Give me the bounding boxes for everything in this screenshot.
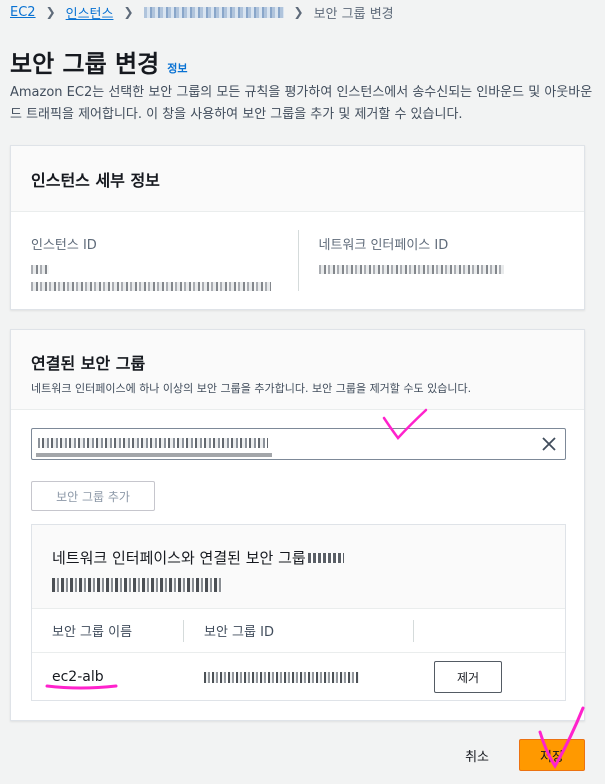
instance-id-column: 인스턴스 ID	[11, 230, 298, 291]
associated-groups-header: 연결된 보안 그룹 네트워크 인터페이스에 하나 이상의 보안 그룹을 추가합니…	[11, 330, 584, 410]
page-description: Amazon EC2는 선택한 보안 그룹의 모든 규칙을 평가하여 인스턴스에…	[10, 85, 593, 122]
interface-groups-header: 네트워크 인터페이스와 연결된 보안 그룹	[32, 525, 565, 609]
close-icon[interactable]	[533, 428, 565, 460]
remove-button[interactable]: 제거	[434, 661, 502, 693]
associated-groups-title: 연결된 보안 그룹	[31, 354, 146, 373]
actions-cell: 제거	[414, 661, 565, 693]
instance-details-header: 인스턴스 세부 정보	[11, 146, 584, 212]
search-text-underline	[36, 453, 272, 457]
breadcrumb-instance-id-redacted[interactable]	[143, 6, 284, 18]
instance-details-panel: 인스턴스 세부 정보 인스턴스 ID 네트워크 인터페이스 ID	[10, 145, 585, 310]
info-link[interactable]: 정보	[167, 60, 187, 76]
page-title-container: 보안 그룹 변경 정보	[10, 44, 187, 79]
footer-actions: 취소 저장	[465, 739, 585, 771]
search-text-blur	[38, 438, 268, 448]
instance-details-title: 인스턴스 세부 정보	[31, 170, 160, 190]
instance-id-icon-redacted	[31, 265, 49, 274]
security-group-search-input[interactable]	[31, 428, 566, 460]
network-interface-id-label: 네트워크 인터페이스 ID	[318, 238, 449, 253]
interface-id-redacted	[52, 578, 222, 592]
instance-id-value-redacted	[31, 282, 271, 291]
interface-groups-title-redacted	[307, 552, 344, 563]
breadcrumb-ec2[interactable]: EC2	[10, 5, 36, 20]
chevron-right-icon: ❯	[45, 5, 56, 19]
page-title: 보안 그룹 변경	[10, 50, 160, 78]
breadcrumb: EC2 ❯ 인스턴스 ❯ ❯ 보안 그룹 변경	[10, 2, 394, 22]
security-group-name: ec2-alb	[52, 669, 104, 685]
search-value-redacted[interactable]	[32, 429, 533, 459]
add-security-group-button[interactable]: 보안 그룹 추가	[31, 481, 155, 511]
column-header-id: 보안 그룹 ID	[184, 619, 414, 642]
chevron-right-icon: ❯	[123, 5, 134, 19]
associated-groups-subtitle: 네트워크 인터페이스에 하나 이상의 보안 그룹을 추가합니다. 보안 그룹을 …	[31, 382, 472, 395]
security-group-id-redacted	[204, 671, 359, 683]
interface-security-groups-table: 네트워크 인터페이스와 연결된 보안 그룹 보안 그룹 이름 보안 그룹 ID …	[31, 524, 566, 701]
column-header-name: 보안 그룹 이름	[32, 619, 184, 642]
instance-details-body: 인스턴스 ID 네트워크 인터페이스 ID	[11, 212, 584, 291]
interface-groups-title-row: 네트워크 인터페이스와 연결된 보안 그룹	[52, 547, 565, 568]
network-interface-id-value-redacted	[318, 265, 504, 274]
cancel-button[interactable]: 취소	[465, 746, 489, 765]
breadcrumb-current: 보안 그룹 변경	[313, 6, 394, 22]
interface-groups-title: 네트워크 인터페이스와 연결된 보안 그룹	[52, 549, 306, 567]
instance-id-label: 인스턴스 ID	[31, 238, 97, 253]
table-header: 보안 그룹 이름 보안 그룹 ID	[32, 609, 565, 653]
table-row: ec2-alb 제거	[32, 653, 565, 701]
associated-security-groups-panel: 연결된 보안 그룹 네트워크 인터페이스에 하나 이상의 보안 그룹을 추가합니…	[10, 329, 585, 721]
chevron-right-icon: ❯	[293, 5, 304, 19]
column-header-actions	[414, 620, 565, 642]
breadcrumb-instances[interactable]: 인스턴스	[66, 3, 114, 22]
save-button[interactable]: 저장	[519, 739, 585, 771]
security-group-id-cell	[184, 671, 414, 683]
network-interface-column: 네트워크 인터페이스 ID	[297, 230, 585, 291]
